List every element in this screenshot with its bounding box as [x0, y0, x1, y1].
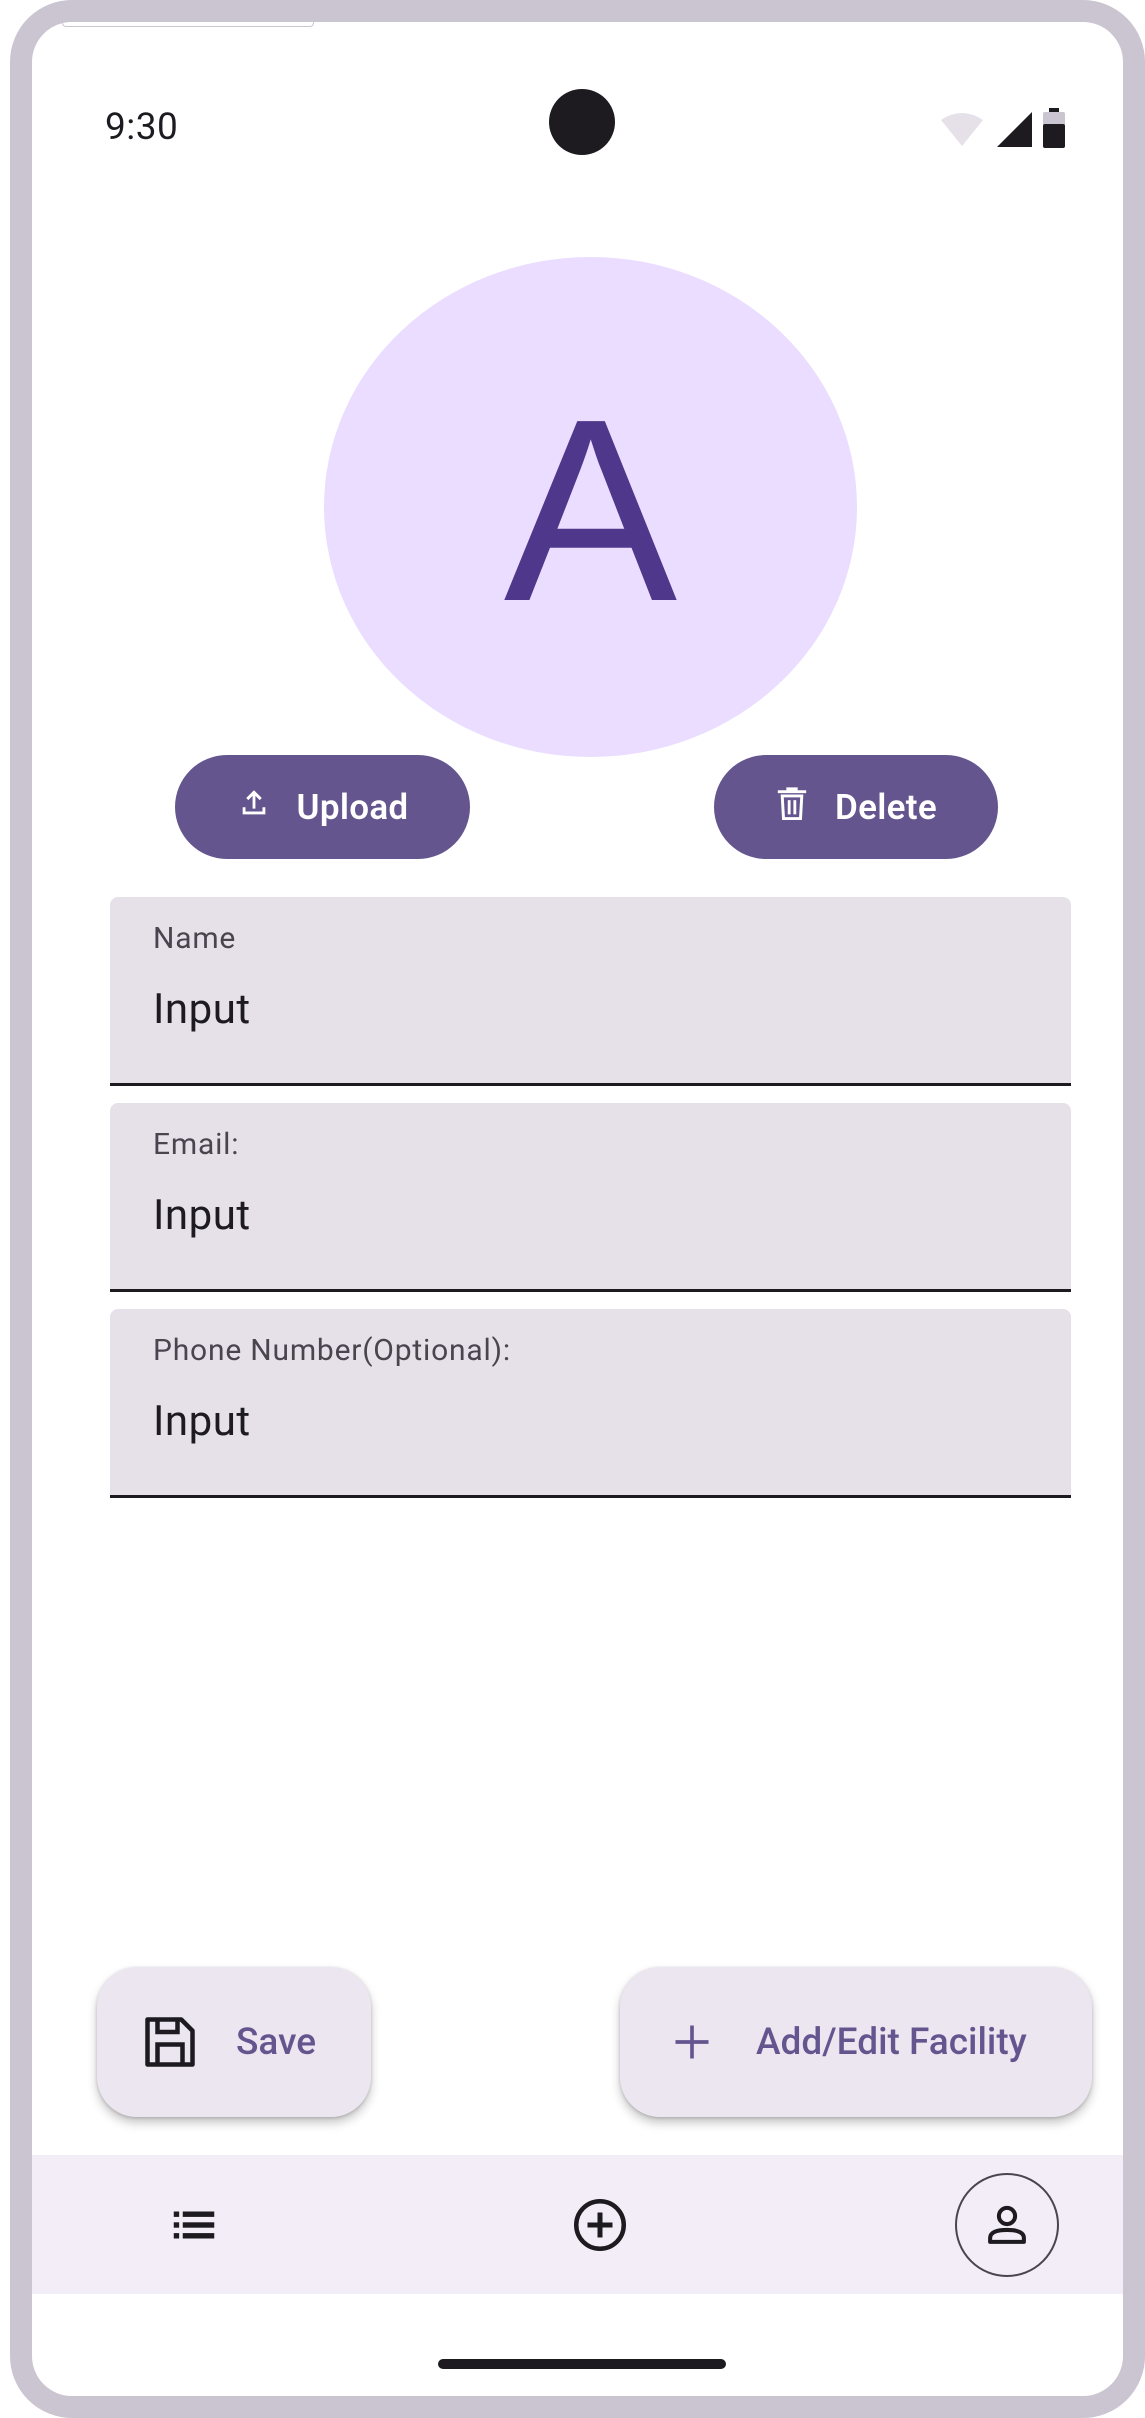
- phone-field-input[interactable]: Input: [153, 1397, 251, 1446]
- save-button-label: Save: [236, 2020, 317, 2064]
- add-edit-facility-label: Add/Edit Facility: [756, 2020, 1027, 2064]
- cell-signal-icon: [995, 110, 1033, 152]
- phone-frame: 9:30 A Upload Delete Name Input Email: I…: [10, 0, 1145, 2418]
- profile-selected-ring: [955, 2172, 1059, 2277]
- nav-item-add[interactable]: [550, 2155, 650, 2294]
- trash-icon: [775, 784, 809, 831]
- upload-button-label: Upload: [296, 786, 409, 828]
- save-button[interactable]: Save: [97, 1967, 371, 2117]
- status-time: 9:30: [105, 106, 179, 149]
- upload-button[interactable]: Upload: [175, 755, 470, 859]
- delete-button-label: Delete: [835, 786, 937, 828]
- email-field[interactable]: Email: Input: [110, 1103, 1071, 1292]
- battery-icon: [1043, 108, 1065, 152]
- delete-button[interactable]: Delete: [714, 755, 998, 859]
- gesture-navigation-bar[interactable]: [438, 2359, 726, 2369]
- nav-item-list[interactable]: [144, 2155, 244, 2294]
- phone-field[interactable]: Phone Number(Optional): Input: [110, 1309, 1071, 1498]
- email-field-label: Email:: [153, 1127, 240, 1162]
- upload-icon: [237, 786, 271, 829]
- add-edit-facility-button[interactable]: Add/Edit Facility: [620, 1967, 1092, 2117]
- name-field[interactable]: Name Input: [110, 897, 1071, 1086]
- name-field-input[interactable]: Input: [153, 985, 251, 1034]
- list-icon: [167, 2198, 221, 2252]
- email-field-input[interactable]: Input: [153, 1191, 251, 1240]
- phone-field-label: Phone Number(Optional):: [153, 1333, 511, 1368]
- bottom-navigation: [32, 2155, 1123, 2294]
- add-circle-icon: [570, 2195, 630, 2255]
- nav-item-profile[interactable]: [947, 2155, 1067, 2294]
- plus-icon: [670, 2020, 714, 2064]
- avatar-initial: A: [503, 366, 678, 656]
- save-icon: [140, 2012, 200, 2072]
- camera-cutout: [549, 89, 615, 155]
- wifi-icon: [939, 112, 985, 152]
- name-field-label: Name: [153, 921, 237, 956]
- profile-icon: [980, 2198, 1034, 2252]
- status-bar: 9:30: [32, 22, 1123, 162]
- profile-avatar: A: [324, 257, 857, 757]
- status-icons: [939, 108, 1065, 152]
